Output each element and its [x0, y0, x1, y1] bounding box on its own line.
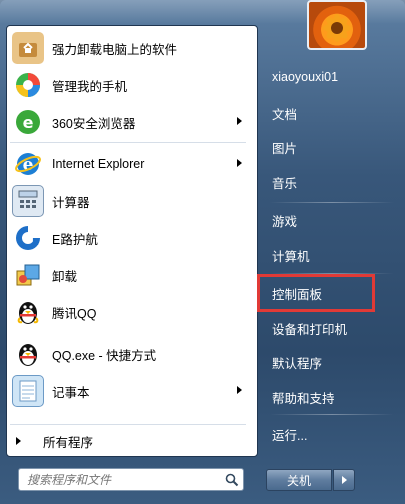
search-icon[interactable] [221, 469, 243, 490]
right-item-label: 游戏 [272, 214, 298, 229]
uninstall-box-icon [12, 32, 44, 64]
right-item-run[interactable]: 运行... [264, 417, 398, 451]
program-label: 记事本 [52, 385, 90, 400]
program-label: 卸载 [52, 269, 78, 284]
submenu-arrow-icon [237, 386, 242, 394]
user-avatar[interactable] [307, 0, 367, 50]
right-item-user-name[interactable]: xiaoyouxi01 [264, 60, 398, 94]
search-box[interactable] [18, 468, 244, 491]
qq-penguin-icon [12, 296, 44, 328]
shutdown-options-button[interactable] [333, 469, 355, 491]
chevron-right-icon [341, 476, 347, 484]
uninstall-icon [12, 259, 44, 291]
program-label: 强力卸载电脑上的软件 [52, 42, 178, 57]
program-label: QQ.exe - 快捷方式 [52, 348, 157, 363]
right-item-help-and-support[interactable]: 帮助和支持 [264, 380, 398, 414]
submenu-arrow-icon [237, 159, 242, 167]
svg-text:E: E [32, 237, 39, 248]
right-item-label: 音乐 [272, 176, 298, 191]
right-item-devices-and-printers[interactable]: 设备和打印机 [264, 311, 398, 345]
all-programs-divider [10, 424, 246, 425]
calculator-icon [12, 185, 44, 217]
e-guard-icon: E [12, 222, 44, 254]
right-item-label: 运行... [272, 428, 308, 443]
expand-arrow-icon [16, 437, 21, 445]
right-item-games[interactable]: 游戏 [264, 203, 398, 237]
right-item-label: 图片 [272, 141, 298, 156]
right-item-label: 控制面板 [272, 287, 323, 302]
search-input[interactable] [19, 469, 221, 490]
right-item-label: 文档 [272, 107, 298, 122]
right-item-default-programs[interactable]: 默认程序 [264, 345, 398, 379]
shutdown-label: 关机 [286, 473, 311, 488]
right-item-control-panel[interactable]: 控制面板 [264, 276, 398, 310]
program-uninstall-software[interactable]: 强力卸载电脑上的软件 [8, 29, 252, 67]
right-item-label: 帮助和支持 [272, 391, 335, 406]
phone-manager-icon [12, 69, 44, 101]
internet-explorer-icon: e [12, 148, 44, 180]
program-phone-manager[interactable]: 管理我的手机 [8, 66, 252, 104]
program-label: 360安全浏览器 [52, 116, 136, 131]
start-menu: 强力卸载电脑上的软件 管理我的手机 e 360安全浏览器 e Internet … [0, 0, 405, 504]
shutdown-button[interactable]: 关机 [266, 469, 332, 491]
right-item-documents[interactable]: 文档 [264, 96, 398, 130]
svg-text:e: e [23, 113, 34, 132]
program-label: E路护航 [52, 232, 98, 247]
right-separator [270, 273, 394, 274]
program-uninstall[interactable]: 卸载 [8, 256, 252, 294]
program-calculator[interactable]: 计算器 [8, 182, 252, 220]
program-tencent-qq[interactable]: 腾讯QQ [8, 293, 252, 331]
right-item-computer[interactable]: 计算机 [264, 238, 398, 272]
program-qq-shortcut[interactable]: QQ.exe - 快捷方式 [8, 335, 252, 373]
submenu-arrow-icon [237, 117, 242, 125]
program-label: Internet Explorer [52, 157, 145, 171]
program-label: 腾讯QQ [52, 306, 97, 321]
right-item-label: 计算机 [272, 249, 310, 264]
program-360-browser[interactable]: e 360安全浏览器 [8, 103, 252, 141]
all-programs-button[interactable]: 所有程序 [4, 428, 248, 454]
flower-picture-icon [323, 14, 351, 42]
program-notepad[interactable]: 记事本 [8, 372, 252, 410]
program-e-guard[interactable]: E E路护航 [8, 219, 252, 257]
program-label: 计算器 [52, 195, 90, 210]
right-separator [270, 414, 394, 415]
right-item-label: xiaoyouxi01 [272, 70, 339, 84]
program-internet-explorer[interactable]: e Internet Explorer [8, 145, 252, 183]
right-item-pictures[interactable]: 图片 [264, 130, 398, 164]
qq-shortcut-icon [12, 338, 44, 370]
360-browser-icon: e [12, 106, 44, 138]
notepad-icon [12, 375, 44, 407]
right-item-music[interactable]: 音乐 [264, 165, 398, 199]
all-programs-label: 所有程序 [43, 435, 94, 450]
program-divider [10, 142, 246, 143]
program-label: 管理我的手机 [52, 79, 128, 94]
right-item-label: 默认程序 [272, 356, 323, 371]
right-item-label: 设备和打印机 [272, 322, 348, 337]
